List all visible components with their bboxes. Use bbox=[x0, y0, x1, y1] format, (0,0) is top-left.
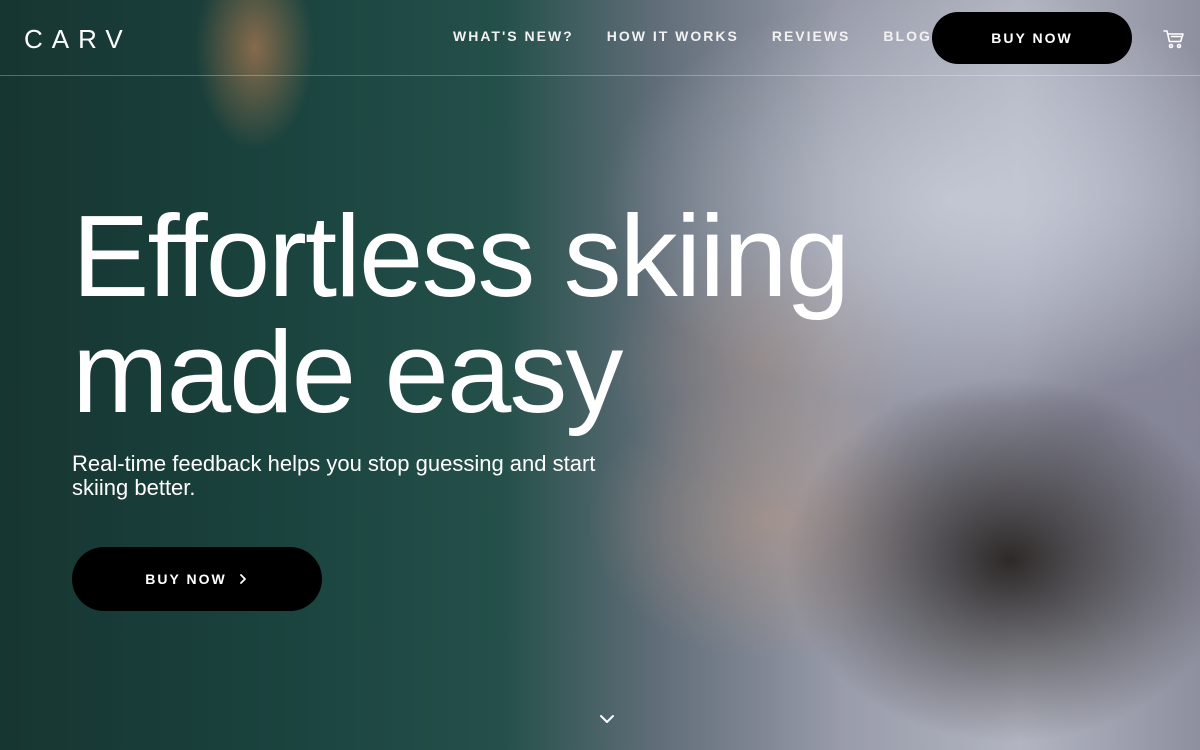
hero-section: CARV WHAT'S NEW? HOW IT WORKS REVIEWS BL… bbox=[0, 0, 1200, 750]
headline-line-2: made easy bbox=[72, 307, 623, 437]
hero-headline: Effortless skiing made easy bbox=[72, 198, 952, 430]
chevron-down-icon[interactable] bbox=[598, 710, 616, 728]
nav-link-blog[interactable]: BLOG bbox=[883, 28, 931, 44]
headline-line-1: Effortless skiing bbox=[72, 191, 850, 321]
cart-icon[interactable] bbox=[1162, 27, 1186, 51]
hero-content: Effortless skiing made easy Real-time fe… bbox=[72, 198, 952, 500]
nav-link-reviews[interactable]: REVIEWS bbox=[772, 28, 851, 44]
nav-link-whats-new[interactable]: WHAT'S NEW? bbox=[453, 28, 574, 44]
nav-links: WHAT'S NEW? HOW IT WORKS REVIEWS BLOG bbox=[453, 28, 932, 44]
hero-buy-now-button[interactable]: BUY NOW bbox=[72, 547, 322, 611]
hero-buy-now-label: BUY NOW bbox=[145, 571, 227, 587]
top-navigation: CARV WHAT'S NEW? HOW IT WORKS REVIEWS BL… bbox=[0, 0, 1200, 76]
chevron-right-icon bbox=[239, 574, 246, 584]
hero-subtitle: Real-time feedback helps you stop guessi… bbox=[72, 451, 596, 500]
brand-logo[interactable]: CARV bbox=[24, 24, 132, 55]
nav-buy-now-button[interactable]: BUY NOW bbox=[932, 12, 1132, 64]
nav-link-how-it-works[interactable]: HOW IT WORKS bbox=[607, 28, 739, 44]
